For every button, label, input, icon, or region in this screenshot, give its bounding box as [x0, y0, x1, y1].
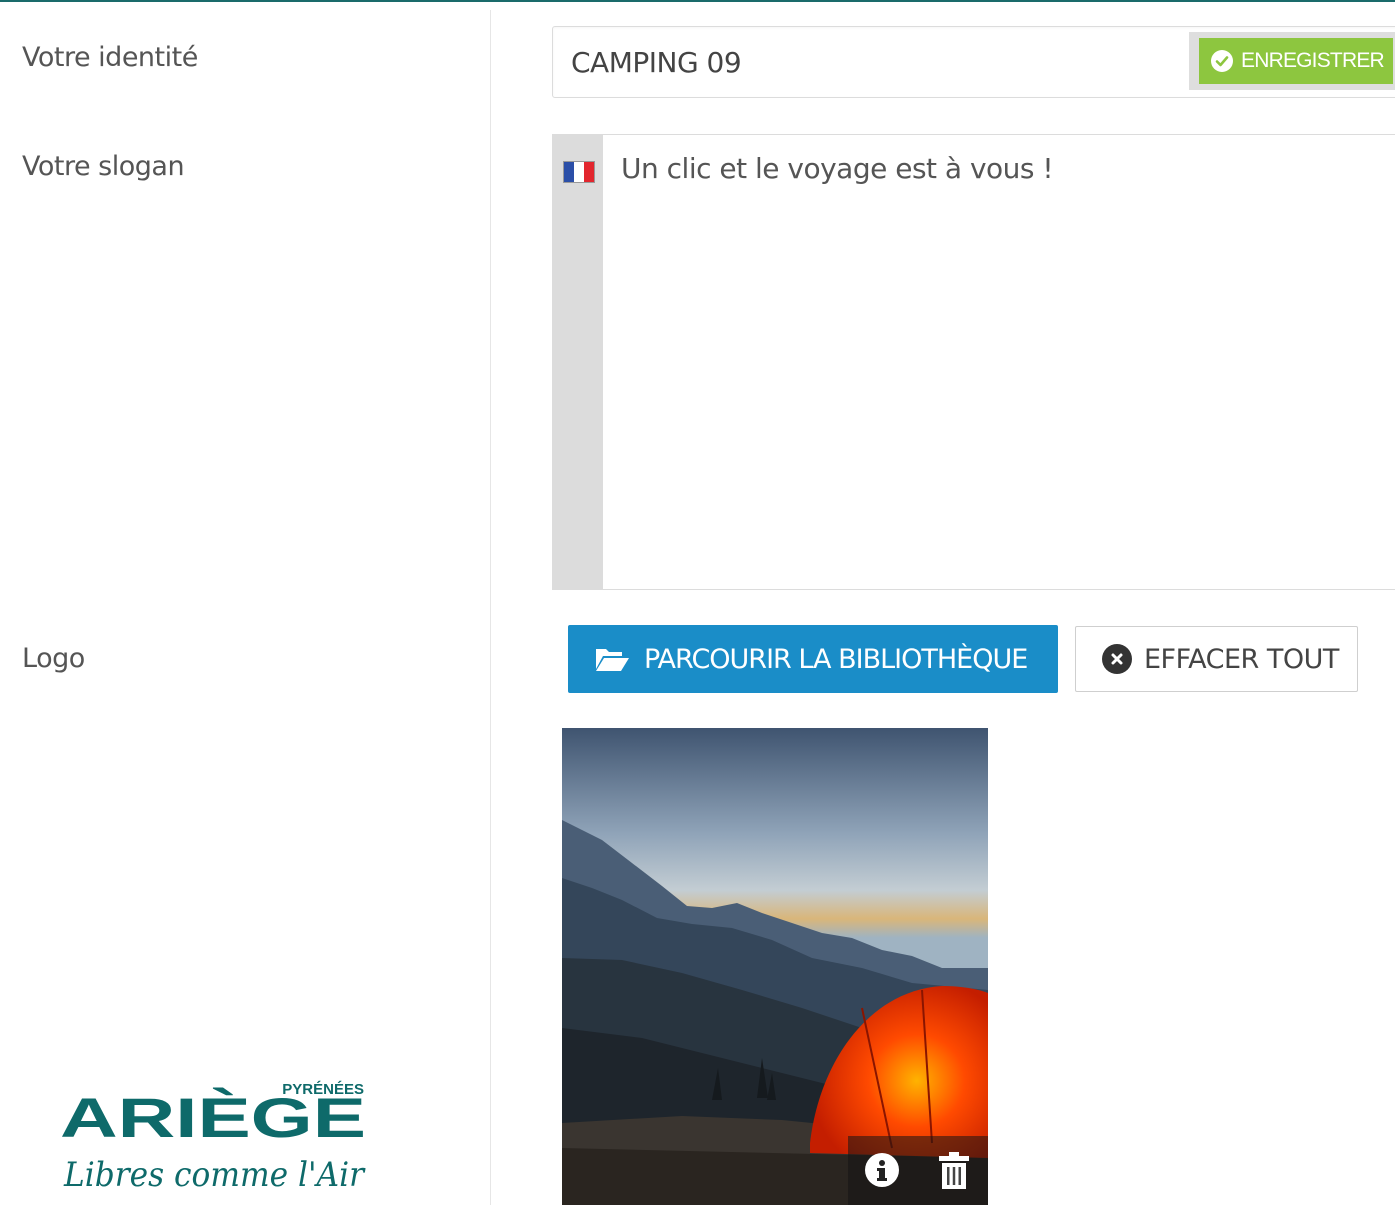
browse-library-label: PARCOURIR LA BIBLIOTHÈQUE — [644, 643, 1028, 675]
trash-icon[interactable] — [936, 1150, 972, 1190]
column-divider — [490, 10, 491, 1205]
image-actions-bar — [848, 1136, 988, 1205]
browse-library-button[interactable]: PARCOURIR LA BIBLIOTHÈQUE — [568, 625, 1058, 693]
slogan-textarea[interactable]: Un clic et le voyage est à vous ! — [552, 134, 1395, 590]
ariege-logo-mark: PYRÉNÉES ARIÈGE Libres comme l'Air — [60, 1081, 366, 1195]
identity-label: Votre identité — [22, 42, 198, 73]
clear-all-label: EFFACER TOUT — [1144, 643, 1339, 675]
ariege-brand-logo: PYRÉNÉES ARIÈGE Libres comme l'Air — [58, 1070, 378, 1205]
save-button-wrapper: ENREGISTRER — [1189, 32, 1395, 90]
save-button[interactable]: ENREGISTRER — [1199, 38, 1393, 84]
brand-region: ARIÈGE — [60, 1086, 366, 1149]
slogan-value[interactable]: Un clic et le voyage est à vous ! — [621, 152, 1054, 185]
camping-photo — [562, 728, 988, 1205]
times-circle-icon — [1102, 644, 1132, 674]
language-gutter — [553, 135, 603, 589]
folder-open-icon — [594, 645, 630, 673]
french-flag-icon[interactable] — [563, 161, 595, 183]
identity-value[interactable]: CAMPING 09 — [571, 46, 742, 79]
clear-all-button[interactable]: EFFACER TOUT — [1075, 626, 1358, 692]
top-border — [0, 0, 1395, 10]
info-icon[interactable] — [865, 1153, 899, 1187]
logo-label: Logo — [22, 643, 85, 674]
brand-tagline: Libres comme l'Air — [63, 1155, 366, 1195]
save-button-label: ENREGISTRER — [1241, 49, 1385, 72]
logo-preview-image — [562, 728, 988, 1205]
check-circle-icon — [1211, 50, 1233, 72]
slogan-label: Votre slogan — [22, 151, 185, 182]
identity-input[interactable]: CAMPING 09 ENREGISTRER — [552, 26, 1395, 98]
